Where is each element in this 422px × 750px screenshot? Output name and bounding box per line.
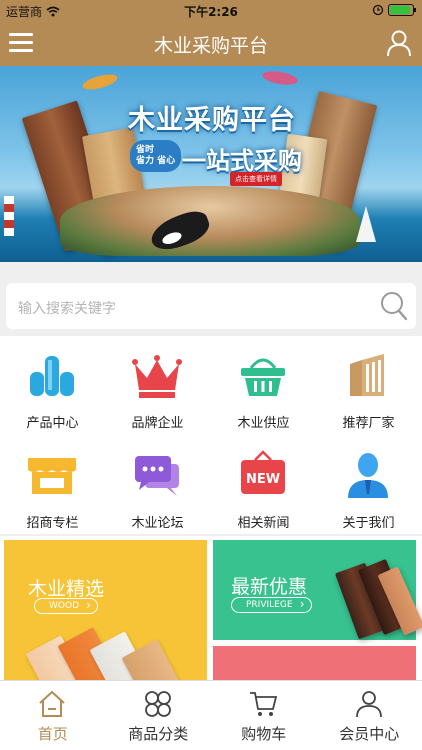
category-label: 产品中心: [26, 416, 79, 431]
crown-icon: [132, 355, 182, 398]
banner-tag-line: 省时: [136, 145, 155, 155]
category-about[interactable]: 关于我们: [316, 436, 421, 536]
category-grid: 产品中心 品牌企业 木业供应 推荐厂家 招商专栏 木业论坛 NEW 相关新闻 关…: [0, 336, 422, 534]
promo-tag: WOOD: [34, 598, 98, 614]
promo-tag: PRIVILEGE: [231, 597, 312, 613]
tab-label: 首页: [37, 725, 68, 743]
banner-headline: 木业采购平台: [128, 105, 296, 136]
status-bar: 运营商 下午2:26: [0, 0, 422, 20]
kite-decoration: [81, 71, 119, 93]
svg-text:NEW: NEW: [246, 472, 280, 487]
island-image: [60, 186, 360, 256]
banner-cta-button[interactable]: 点击查看详情: [230, 172, 282, 186]
tab-home[interactable]: 首页: [0, 681, 106, 750]
banner-tags: 省时 省力 省心: [130, 140, 182, 172]
person-icon: [348, 453, 388, 498]
promo-title: 最新优惠: [231, 576, 308, 598]
tab-label: 会员中心: [339, 725, 400, 743]
category-factories[interactable]: 推荐厂家: [316, 336, 421, 436]
promo-card-partial[interactable]: [213, 646, 416, 680]
kite-decoration: [261, 68, 299, 88]
category-label: 品牌企业: [131, 416, 184, 431]
lighthouse-image: [4, 196, 14, 236]
battery-icon: [388, 4, 416, 16]
tab-label: 商品分类: [128, 725, 189, 743]
products-icon: [30, 356, 74, 396]
category-label: 木业论坛: [131, 516, 184, 531]
promo-card-privilege[interactable]: 最新优惠 PRIVILEGE: [213, 540, 422, 640]
news-icon: NEW: [241, 450, 285, 494]
promo-card-wood[interactable]: 木业精选 WOOD: [4, 540, 207, 680]
category-products[interactable]: 产品中心: [0, 336, 105, 436]
tab-cart[interactable]: 购物车: [211, 681, 317, 750]
sailboat-image: [356, 206, 376, 242]
factory-icon: [350, 354, 384, 396]
status-time: 下午2:26: [184, 5, 238, 19]
category-label: 木业供应: [237, 416, 290, 431]
search-bar[interactable]: 输入搜索关键字: [6, 283, 416, 329]
cart-icon: [250, 692, 278, 716]
alarm-icon: [372, 4, 384, 16]
chat-icon: [135, 456, 179, 496]
search-icon[interactable]: [380, 291, 408, 321]
home-icon: [39, 690, 65, 717]
user-icon[interactable]: [386, 29, 412, 57]
member-icon: [355, 691, 382, 718]
category-forum[interactable]: 木业论坛: [105, 436, 210, 536]
tab-label: 购物车: [241, 725, 287, 743]
basket-icon: [241, 358, 285, 396]
promo-banner[interactable]: 木业采购平台 省时 省力 省心 一站式采购 点击查看详情: [0, 66, 422, 262]
banner-tag-line: 省力 省心: [136, 156, 176, 166]
category-icon: [144, 691, 171, 717]
category-label: 关于我们: [342, 516, 395, 531]
category-label: 招商专栏: [26, 516, 79, 531]
category-investment[interactable]: 招商专栏: [0, 436, 105, 536]
tab-categories[interactable]: 商品分类: [106, 681, 212, 750]
banner-subheadline: 一站式采购: [182, 147, 302, 175]
category-brands[interactable]: 品牌企业: [105, 336, 210, 436]
promo-title: 木业精选: [28, 578, 105, 600]
page-title: 木业采购平台: [153, 35, 268, 57]
category-supply[interactable]: 木业供应: [211, 336, 316, 436]
promo-section: 木业精选 WOOD 最新优惠 PRIVILEGE: [0, 536, 422, 680]
top-nav-bar: 木业采购平台: [0, 20, 422, 66]
bottom-tab-bar: 首页 商品分类 购物车 会员中心: [0, 680, 422, 750]
store-icon: [28, 458, 76, 494]
category-label: 推荐厂家: [342, 416, 395, 431]
category-news[interactable]: NEW 相关新闻: [211, 436, 316, 536]
tab-member[interactable]: 会员中心: [317, 681, 422, 750]
category-label: 相关新闻: [237, 516, 290, 531]
search-input[interactable]: 输入搜索关键字: [18, 298, 116, 318]
